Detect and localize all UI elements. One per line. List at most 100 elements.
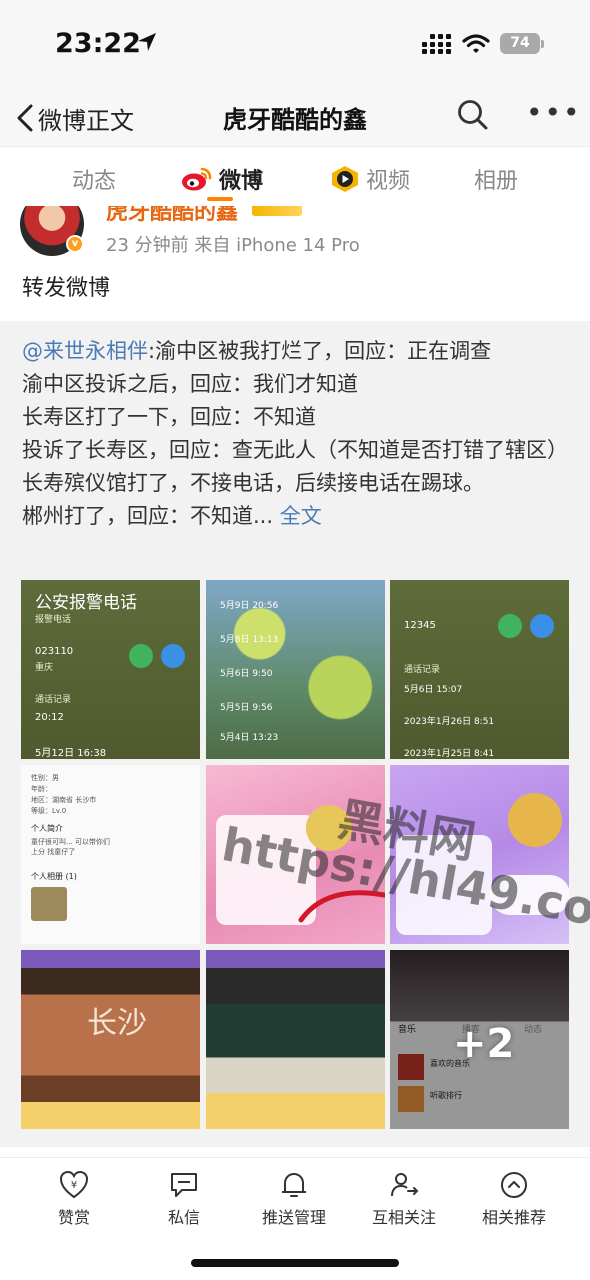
push-settings-button[interactable]: 推送管理	[244, 1170, 344, 1228]
call-icon	[498, 614, 522, 638]
img1-sub: 报警电话	[35, 615, 72, 625]
profile-tabs: 动态 微博 视频 相册	[0, 146, 590, 206]
img3-number: 12345	[404, 620, 436, 631]
member-level-badge	[252, 206, 302, 216]
image-thumbnail-9[interactable]: 音乐 播客 动态 喜欢的音乐 听歌排行 +2	[390, 950, 569, 1129]
bell-icon	[282, 1173, 306, 1197]
message-icon	[171, 1173, 197, 1197]
more-icon[interactable]: •••	[526, 99, 582, 127]
message-button[interactable]: 私信	[134, 1170, 234, 1228]
image-thumbnail-8[interactable]	[206, 950, 385, 1129]
tab-label: 动态	[72, 169, 117, 194]
image-thumbnail-7[interactable]: 长沙	[21, 950, 200, 1129]
wifi-icon	[462, 34, 490, 53]
active-tab-indicator	[207, 197, 233, 201]
img4-intro: 童仔很可叫... 可以带你们上分 找童仔了	[31, 838, 110, 856]
img5-character	[306, 805, 352, 851]
chevron-left-icon	[17, 104, 33, 132]
recommend-button[interactable]: 相关推荐	[464, 1170, 564, 1228]
image-grid: 公安报警电话 报警电话 023110 重庆 通话记录 20:12 5月12日 1…	[21, 580, 569, 1129]
image-thumbnail-5[interactable]	[206, 765, 385, 944]
img4-album: 个人相册 (1)	[31, 872, 77, 881]
img2-row: 5月6日 9:50	[220, 669, 273, 679]
full-text-link[interactable]: 全文	[280, 504, 322, 528]
tab-video[interactable]: 视频	[330, 163, 410, 195]
image-thumbnail-1[interactable]: 公安报警电话 报警电话 023110 重庆 通话记录 20:12 5月12日 1…	[21, 580, 200, 759]
tab-dynamic[interactable]: 动态	[72, 163, 116, 195]
mention-link[interactable]: @来世永相伴	[22, 339, 148, 363]
recommend-icon	[501, 1172, 527, 1198]
post-text: 转发微博	[22, 276, 111, 301]
bottom-label: 赞赏	[57, 1208, 90, 1227]
post-meta: 23 分钟前 来自 iPhone 14 Pro	[106, 235, 360, 256]
img5-red-stroke	[298, 890, 385, 923]
img4-intro-title: 个人简介	[31, 824, 63, 833]
img4-line: 性别：男	[31, 774, 59, 782]
location-arrow-icon	[138, 33, 156, 51]
img3-row: 5月6日 15:07	[404, 685, 463, 695]
battery-nub	[541, 40, 544, 48]
image-thumbnail-6[interactable]	[390, 765, 569, 944]
img4-album-thumb	[31, 887, 67, 921]
img3-record-label: 通话记录	[404, 665, 441, 675]
tab-album[interactable]: 相册	[474, 163, 518, 195]
call-icon	[129, 644, 153, 668]
mutual-follow-icon	[391, 1173, 419, 1197]
status-time: 23:22	[55, 28, 141, 59]
image-thumbnail-3[interactable]: 12345 通话记录 5月6日 15:07 2023年1月26日 8:51 20…	[390, 580, 569, 759]
img6-cloud	[490, 875, 569, 915]
tab-label: 视频	[366, 169, 411, 194]
quoted-body: :渝中区被我打烂了，回应：正在调查 渝中区投诉之后，回应：我们才知道 长寿区打了…	[22, 339, 568, 528]
search-icon[interactable]	[456, 98, 490, 132]
img4-info: 性别：男 年龄： 地区：湖南省 长沙市 等级：Lv.0	[31, 773, 96, 817]
tab-label: 微博	[219, 169, 264, 194]
quoted-post[interactable]: @来世永相伴:渝中区被我打烂了，回应：正在调查 渝中区投诉之后，回应：我们才知道…	[0, 321, 590, 1147]
img2-row: 5月9日 20:56	[220, 601, 279, 611]
status-bar: 23:22 74	[0, 0, 590, 88]
back-button[interactable]: 微博正文	[16, 98, 134, 138]
img2-row: 5月5日 9:56	[220, 703, 273, 713]
svg-text:¥: ¥	[71, 1180, 77, 1191]
tab-label: 相册	[474, 169, 519, 194]
image-thumbnail-2[interactable]: 5月9日 20:56 5月8日 13:13 5月6日 9:50 5月5日 9:5…	[206, 580, 385, 759]
img1-area: 重庆	[35, 663, 54, 673]
img1-record-label: 通话记录	[35, 695, 72, 705]
img1-time1: 20:12	[35, 712, 64, 723]
battery-icon: 74	[500, 33, 540, 54]
img4-line: 等级：Lv.0	[31, 807, 67, 815]
bottom-label: 互相关注	[371, 1208, 436, 1227]
img7-label: 长沙	[87, 1006, 147, 1041]
mutual-follow-button[interactable]: 互相关注	[354, 1170, 454, 1228]
img4-line: 地区：湖南省 长沙市	[31, 796, 97, 804]
bottom-label: 推送管理	[261, 1208, 326, 1227]
reward-button[interactable]: ¥ 赞赏	[24, 1170, 124, 1228]
verified-badge-icon: v	[66, 235, 84, 253]
more-images-count: +2	[453, 1021, 515, 1067]
img1-number: 023110	[35, 646, 74, 657]
img1-title: 公安报警电话	[35, 593, 137, 613]
sms-icon	[161, 644, 185, 668]
home-indicator[interactable]	[191, 1259, 399, 1267]
back-label: 微博正文	[38, 106, 134, 135]
reward-icon: ¥	[59, 1170, 89, 1199]
bottom-label: 私信	[167, 1208, 200, 1227]
img3-row: 2023年1月26日 8:51	[404, 717, 495, 727]
image-thumbnail-4[interactable]: 性别：男 年龄： 地区：湖南省 长沙市 等级：Lv.0 个人简介 童仔很可叫..…	[21, 765, 200, 944]
post-header: v 虎牙酷酷的鑫 23 分钟前 来自 iPhone 14 Pro 转发微博	[0, 206, 590, 321]
video-icon	[332, 166, 358, 192]
weibo-logo-icon	[182, 167, 212, 191]
img6-character	[508, 793, 562, 847]
img2-row: 5月4日 13:23	[220, 733, 279, 743]
img6-card	[396, 835, 492, 935]
bottom-label: 相关推荐	[481, 1208, 546, 1227]
img2-row: 5月8日 13:13	[220, 635, 279, 645]
img3-row: 2023年1月25日 8:41	[404, 749, 495, 759]
quoted-text: @来世永相伴:渝中区被我打烂了，回应：正在调查 渝中区投诉之后，回应：我们才知道…	[22, 335, 570, 533]
img4-line: 年龄：	[31, 785, 52, 793]
author-name[interactable]: 虎牙酷酷的鑫	[106, 206, 238, 226]
sms-icon	[530, 614, 554, 638]
signal-icon	[422, 34, 451, 54]
img1-time2: 5月12日 16:38	[35, 748, 107, 759]
tab-weibo[interactable]: 微博	[181, 163, 263, 195]
nav-bar: 微博正文 虎牙酷酷的鑫 •••	[0, 88, 590, 146]
